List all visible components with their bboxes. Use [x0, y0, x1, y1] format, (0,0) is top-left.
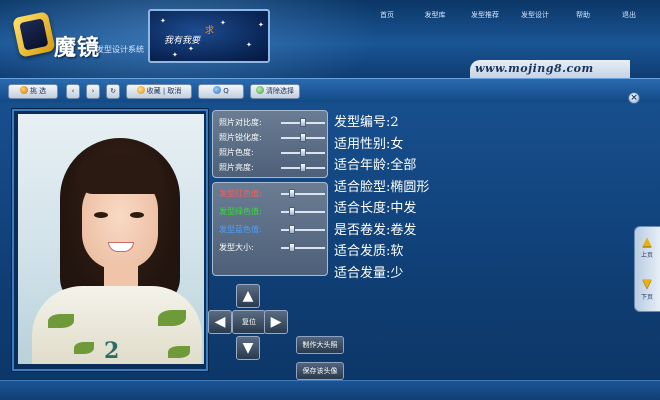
slider-thumb[interactable] — [300, 163, 306, 172]
portrait-photo — [18, 114, 204, 364]
next-button[interactable]: › — [86, 84, 100, 99]
app-header: 魔镜 发型设计系统 ✦ ✦ ✦ ✦ ✦ ✦ 我有我要 求 首页 发型库 发型推荐… — [0, 0, 660, 78]
slider-thumb[interactable] — [288, 189, 295, 198]
slider-thumb[interactable] — [300, 133, 306, 142]
leaf-shape — [158, 310, 186, 326]
nav-exit[interactable]: 退出 — [614, 8, 644, 22]
select-button[interactable]: 挑 选 — [8, 84, 58, 99]
photo-adjust-panel: 照片对比度: 照片锐化度: 照片色度: 照片亮度: — [212, 110, 328, 178]
banner-title: 我有我要 — [164, 36, 201, 46]
nav-home[interactable]: 首页 — [372, 8, 402, 22]
sharpness-slider[interactable]: 照片锐化度: — [219, 131, 327, 145]
select-icon — [19, 86, 28, 94]
top-navigation: 首页 发型库 发型推荐 发型设计 帮助 退出 — [368, 6, 654, 26]
arrow-up-icon: ▲ — [642, 234, 652, 248]
slider-thumb[interactable] — [300, 148, 306, 157]
slider-thumb[interactable] — [300, 118, 306, 127]
hair-red-slider[interactable]: 发型红色值: — [219, 187, 327, 201]
prev-page-button[interactable]: ▲ 上页 — [636, 232, 658, 264]
move-left-button[interactable]: ◀ — [208, 310, 232, 334]
hue-slider[interactable]: 照片色度: — [219, 146, 327, 160]
hairstyle-info: 发型编号:2 适用性别:女 适合年龄:全部 适合脸型:椭圆形 适合长度:中发 是… — [334, 111, 534, 283]
arrow-right-icon: › — [91, 87, 95, 95]
leaf-shape — [74, 342, 94, 354]
arrow-left-icon: ◀ — [214, 314, 226, 330]
folder-icon — [136, 86, 145, 94]
save-photo-button[interactable]: 保存该头像 — [296, 362, 344, 380]
fringe-shape — [76, 154, 164, 194]
clear-icon — [256, 86, 264, 94]
slider-thumb[interactable] — [288, 243, 295, 252]
arrow-right-icon: ▶ — [270, 314, 282, 330]
arrow-left-icon: ‹ — [71, 87, 75, 95]
info-gender: 适用性别:女 — [334, 136, 404, 152]
clear-button[interactable]: 清除选择 — [250, 84, 300, 99]
hair-adjust-panel: 发型红色值: 发型绿色值: 发型蓝色值: 发型大小: — [212, 182, 328, 276]
reset-button[interactable]: 复位 — [232, 310, 266, 334]
brand-subtitle: 发型设计系统 — [96, 45, 144, 54]
info-length: 适合长度:中发 — [334, 201, 417, 216]
refresh-button[interactable]: ↻ — [106, 84, 120, 99]
photo-number: 2 — [104, 338, 120, 364]
info-quality: 适合发质:软 — [334, 244, 404, 259]
info-age: 适合年龄:全部 — [334, 158, 417, 173]
header-banner: ✦ ✦ ✦ ✦ ✦ ✦ 我有我要 求 — [148, 9, 270, 63]
info-code: 发型编号:2 — [334, 115, 399, 130]
hair-blue-slider[interactable]: 发型蓝色值: — [219, 223, 327, 237]
arrow-up-icon: ▲ — [242, 288, 254, 304]
move-up-button[interactable]: ▲ — [236, 284, 260, 308]
contrast-slider[interactable]: 照片对比度: — [219, 116, 327, 130]
eye-shape — [94, 212, 108, 218]
nav-hair-library[interactable]: 发型库 — [420, 8, 450, 22]
slider-thumb[interactable] — [288, 207, 295, 216]
nav-help[interactable]: 帮助 — [568, 8, 598, 22]
arrow-down-icon: ▼ — [242, 340, 254, 356]
leaf-shape — [48, 314, 74, 328]
site-url: www.mojing8.com — [475, 62, 594, 75]
close-icon[interactable]: × — [628, 92, 640, 104]
hair-size-slider[interactable]: 发型大小: — [219, 241, 327, 255]
info-curl: 是否卷发:卷发 — [334, 222, 417, 238]
banner-accent: 求 — [205, 26, 215, 36]
prev-button[interactable]: ‹ — [66, 84, 80, 99]
slider-thumb[interactable] — [288, 225, 295, 234]
mirror-logo-icon — [12, 10, 60, 59]
bottom-strip — [0, 380, 660, 400]
collect-button[interactable]: 收藏 | 取消 — [126, 84, 192, 99]
move-right-button[interactable]: ▶ — [264, 310, 288, 334]
make-big-photo-button[interactable]: 制作大头照 — [296, 336, 344, 354]
brightness-slider[interactable]: 照片亮度: — [219, 161, 327, 175]
toolbar: 挑 选 ‹ › ↻ 收藏 | 取消 Q 清除选择 — [0, 78, 660, 102]
brand-name: 魔镜 — [54, 35, 101, 61]
nav-design[interactable]: 发型设计 — [518, 8, 552, 22]
info-face: 适合脸型:椭圆形 — [334, 179, 430, 195]
eye-shape — [130, 212, 144, 218]
move-down-button[interactable]: ▼ — [236, 336, 260, 360]
arrow-down-icon: ▼ — [642, 276, 652, 290]
user-icon — [213, 86, 222, 94]
next-page-button[interactable]: ▼ 下页 — [636, 274, 658, 306]
refresh-icon: ↻ — [110, 87, 116, 95]
leaf-shape — [168, 346, 190, 358]
nav-recommend[interactable]: 发型推荐 — [468, 8, 502, 22]
info-amount: 适合发量:少 — [334, 265, 404, 281]
hair-green-slider[interactable]: 发型绿色值: — [219, 205, 327, 219]
search-button[interactable]: Q — [198, 84, 244, 99]
